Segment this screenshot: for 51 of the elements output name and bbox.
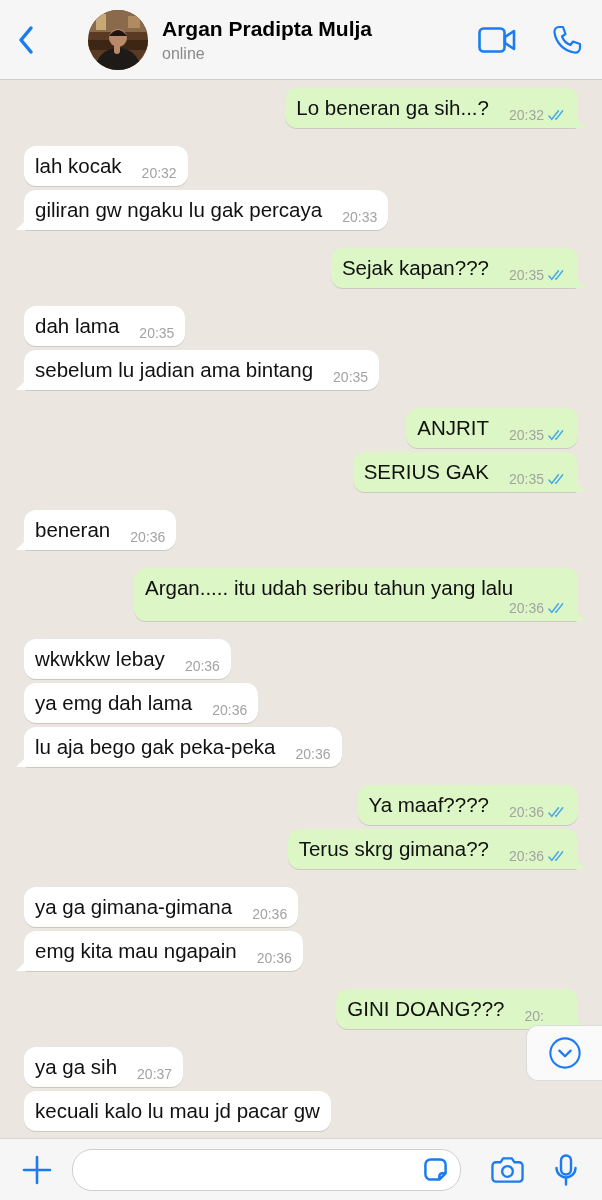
message-time: 20:32 [141,165,177,181]
message-time: 20:36 [252,906,288,922]
message-time: 20:36 [508,804,544,820]
message-text: GINI DOANG??? [347,997,505,1021]
message-text: ya emg dah lama [35,691,193,715]
scroll-down-button[interactable] [526,1025,602,1081]
message-time: 20:35 [508,267,544,283]
message-time: 20:35 [508,427,544,443]
message-time: 20:36 [184,658,220,674]
message-text: beneran [35,518,111,542]
contact-name[interactable]: Argan Pradipta Mulja [162,16,478,41]
message-time: 20:33 [342,209,378,225]
message-time: 20:36 [295,746,331,762]
message-text: dah lama [35,314,120,338]
microphone-icon[interactable] [554,1153,578,1186]
message-text: wkwkkw lebay [35,647,165,671]
message-text: lu aja bego gak peka-peka [35,735,276,759]
video-call-icon[interactable] [478,26,516,53]
message-text: ya ga gimana-gimana [35,895,233,919]
camera-icon[interactable] [491,1155,524,1184]
contact-status: online [162,44,206,63]
message-time: 20:36 [508,848,544,864]
message-text: kecuali kalo lu mau jd pacar gw [35,1099,320,1123]
phone-icon[interactable] [552,24,582,55]
message-time: 20:35 [508,471,544,487]
message-time: 20:36 [212,702,248,718]
message-text: Argan..... itu udah seribu tahun yang lalu [145,576,514,600]
message-time: 20:35 [333,369,369,385]
message-time: 20:35 [139,325,175,341]
message-time: 20:32 [508,107,544,123]
message-text: Terus skrg gimana?? [298,837,489,861]
message-text: emg kita mau ngapain [35,939,237,963]
message-input-field[interactable] [72,1148,461,1191]
message-time: 20: [524,1008,544,1024]
message-text: SERIUS GAK [363,460,489,484]
message-time: 20:36 [508,600,544,616]
back-icon[interactable] [18,24,34,55]
message-time: 20:37 [137,1066,173,1082]
message-text: Ya maaf???? [368,793,489,817]
message-text: ya ga sih [35,1055,118,1079]
plus-icon[interactable] [22,1154,52,1185]
message-text: Sejak kapan??? [341,256,489,280]
message-text: Lo beneran ga sih...? [296,96,489,120]
message-text: sebelum lu jadian ama bintang [35,358,314,382]
message-time: 20:36 [256,950,292,966]
message-text: giliran gw ngaku lu gak percaya [35,198,323,222]
message-text: lah kocak [35,154,122,178]
message-text: ANJRIT [417,416,489,440]
sticker-icon[interactable] [423,1157,448,1182]
chevron-down-icon[interactable] [547,1036,582,1070]
message-time: 20:36 [130,529,166,545]
